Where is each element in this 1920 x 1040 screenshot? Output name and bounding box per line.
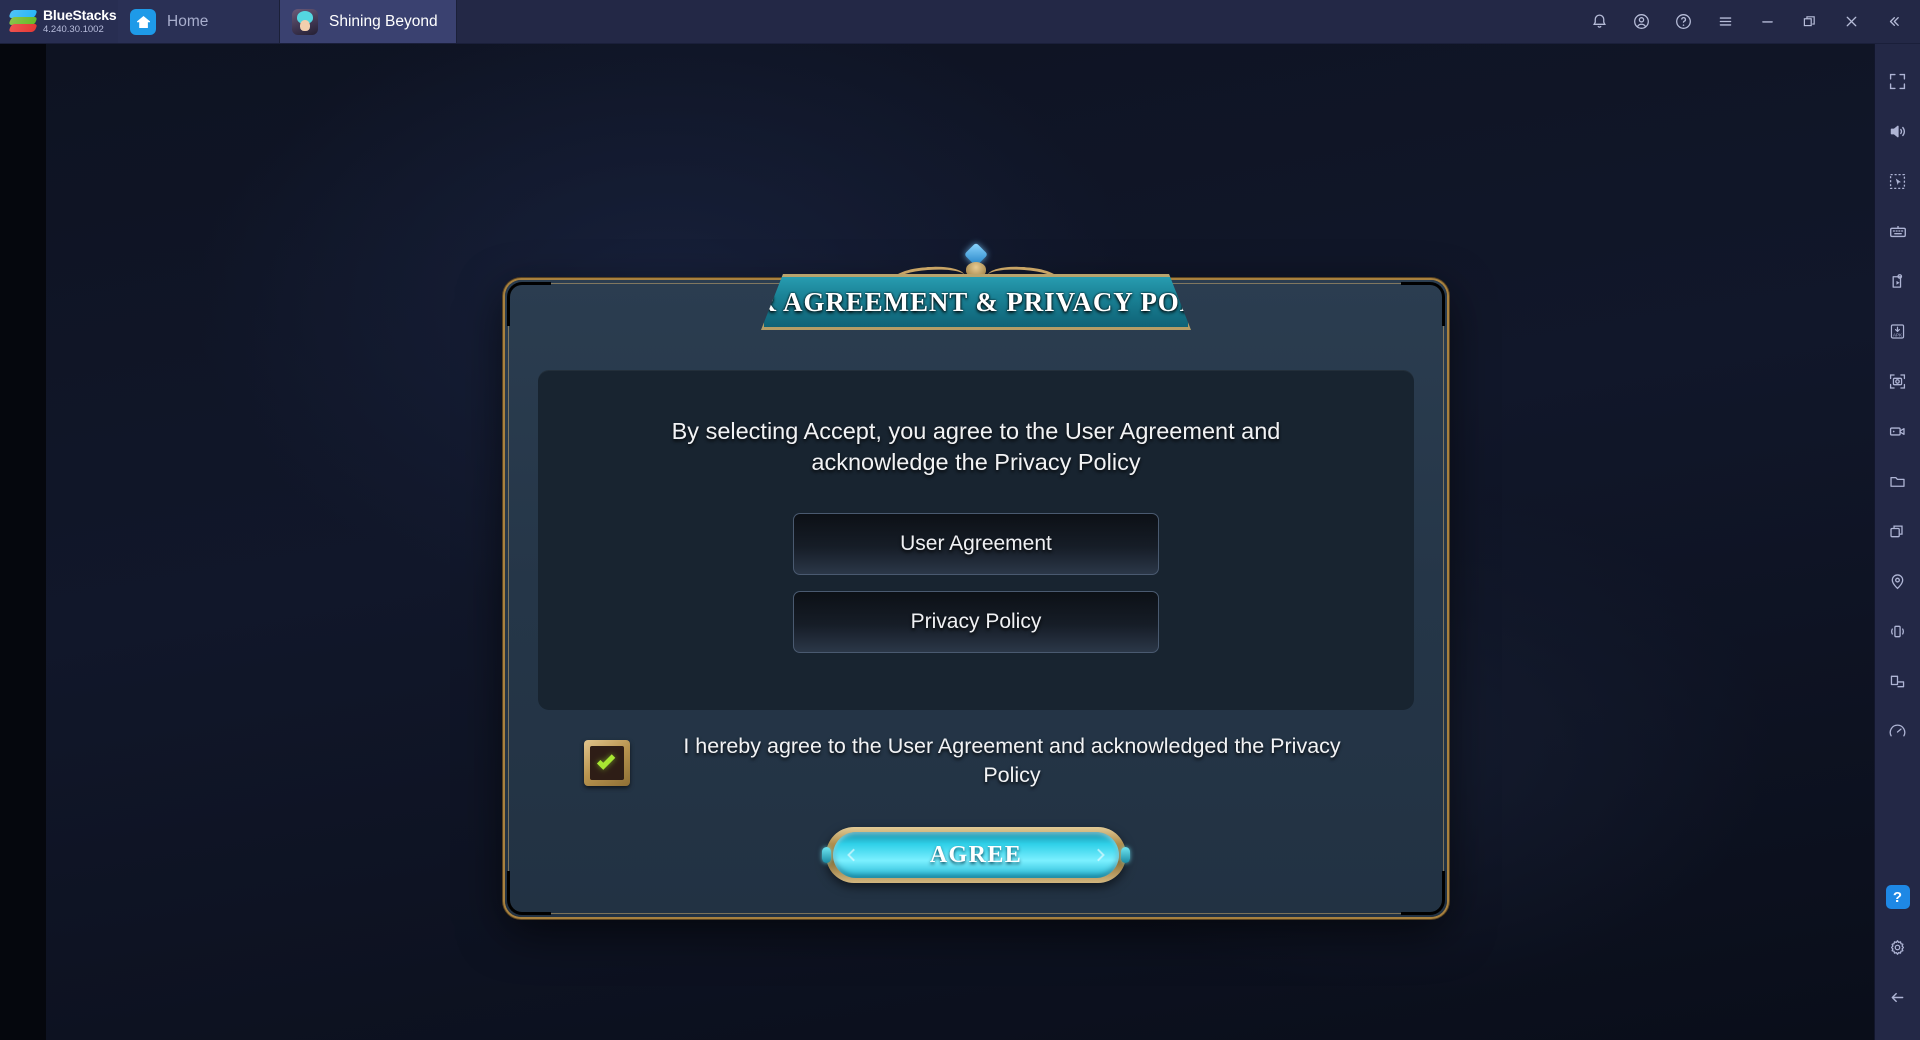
tab-strip: Home Shining Beyond (118, 0, 457, 43)
rotate-icon[interactable] (1875, 656, 1920, 706)
tab-shining-beyond[interactable]: Shining Beyond (280, 0, 457, 43)
tab-home[interactable]: Home (118, 0, 280, 43)
install-apk-icon[interactable]: APK (1875, 306, 1920, 356)
notifications-icon[interactable] (1578, 0, 1620, 44)
chevron-right-icon (1092, 848, 1105, 862)
close-icon[interactable] (1830, 0, 1872, 44)
help-badge-label: ? (1885, 885, 1910, 909)
dialog-corner-top-left (507, 282, 551, 326)
left-letterbox (0, 44, 46, 1040)
location-icon[interactable] (1875, 556, 1920, 606)
privacy-policy-button[interactable]: Privacy Policy (793, 590, 1159, 653)
gem-right-icon (1121, 847, 1130, 863)
dialog-corner-top-right (1401, 282, 1445, 326)
user-agreement-button[interactable]: User Agreement (793, 512, 1159, 575)
shake-icon[interactable] (1875, 606, 1920, 656)
tab-home-label: Home (167, 12, 209, 30)
bluestacks-logo-icon (8, 9, 38, 34)
collapse-icon[interactable] (1872, 0, 1914, 44)
cursor-select-icon[interactable] (1875, 156, 1920, 206)
brand-version: 4.240.30.1002 (43, 24, 104, 36)
chevron-left-icon (847, 848, 860, 862)
gem-left-icon (822, 847, 831, 863)
keyboard-controls-icon[interactable] (1875, 206, 1920, 256)
record-video-icon[interactable] (1875, 406, 1920, 456)
consent-row: I hereby agree to the User Agreement and… (505, 732, 1447, 790)
volume-icon[interactable] (1875, 106, 1920, 156)
dialog-title: USER AGREEMENT & PRIVACY POLICY (701, 286, 1251, 317)
titlebar-spacer (457, 0, 1578, 43)
brand-name: BlueStacks (43, 7, 117, 24)
minimize-icon[interactable] (1746, 0, 1788, 44)
tab-shining-beyond-label: Shining Beyond (329, 12, 438, 30)
account-icon[interactable] (1620, 0, 1662, 44)
maximize-icon[interactable] (1788, 0, 1830, 44)
dialog-corner-bottom-right (1401, 871, 1445, 915)
multi-instance-icon[interactable] (1875, 506, 1920, 556)
help-icon[interactable] (1662, 0, 1704, 44)
agree-button[interactable]: AGREE (822, 827, 1130, 883)
agree-button-label: AGREE (929, 841, 1023, 868)
svg-text:APK: APK (1893, 332, 1902, 337)
back-arrow-icon[interactable] (1875, 972, 1920, 1022)
title-bar: BlueStacks 4.240.30.1002 Home Shining Be… (0, 0, 1920, 44)
consent-checkbox[interactable] (584, 740, 630, 786)
checkmark-icon (596, 750, 615, 770)
settings-gear-icon[interactable] (1875, 922, 1920, 972)
game-icon (292, 8, 318, 35)
home-icon (130, 8, 156, 35)
dialog-title-banner: USER AGREEMENT & PRIVACY POLICY (761, 242, 1191, 330)
bluestacks-brand: BlueStacks 4.240.30.1002 (0, 0, 118, 43)
document-buttons: User Agreement Privacy Policy (538, 512, 1414, 653)
dialog-content-panel: By selecting Accept, you agree to the Us… (538, 370, 1414, 710)
consent-label: I hereby agree to the User Agreement and… (683, 734, 1341, 787)
user-agreement-dialog: USER AGREEMENT & PRIVACY POLICY By selec… (505, 242, 1447, 917)
help-badge-icon[interactable]: ? (1875, 872, 1920, 922)
intro-text: By selecting Accept, you agree to the Us… (671, 418, 1281, 476)
screenshot-icon[interactable] (1875, 356, 1920, 406)
game-stage: USER AGREEMENT & PRIVACY POLICY By selec… (46, 44, 1874, 1040)
media-folder-icon[interactable] (1875, 456, 1920, 506)
bluestacks-sidebar: APK ? (1874, 44, 1920, 1040)
dialog-corner-bottom-left (507, 871, 551, 915)
macro-script-icon[interactable] (1875, 256, 1920, 306)
window-controls (1578, 0, 1920, 43)
fullscreen-icon[interactable] (1875, 56, 1920, 106)
performance-icon[interactable] (1875, 706, 1920, 756)
menu-icon[interactable] (1704, 0, 1746, 44)
